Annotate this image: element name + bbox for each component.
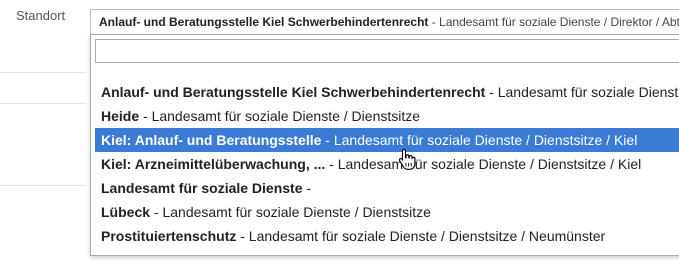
standort-dropdown: Anlauf- und Beratungsstelle Kiel Schwerb… — [90, 34, 679, 256]
row-divider — [0, 103, 86, 104]
option-prostituiertenschutz[interactable]: Prostituiertenschutz - Landesamt für soz… — [95, 224, 679, 248]
option-luebeck[interactable]: Lübeck - Landesamt für soziale Dienste /… — [95, 200, 679, 224]
option-list: Anlauf- und Beratungsstelle Kiel Schwerb… — [95, 80, 679, 248]
option-anlauf-beratungsstelle-kiel-schwerbehindertenrecht[interactable]: Anlauf- und Beratungsstelle Kiel Schwerb… — [95, 80, 679, 104]
selected-value-path: - Landesamt für soziale Dienste / Direkt… — [428, 15, 679, 29]
row-divider — [0, 72, 86, 73]
row-divider — [0, 185, 86, 186]
option-kiel-arzneimittelueberwachung[interactable]: Kiel: Arzneimittelüberwachung, ... - Lan… — [95, 152, 679, 176]
standort-label: Standort — [16, 8, 66, 23]
option-heide[interactable]: Heide - Landesamt für soziale Dienste / … — [95, 104, 679, 128]
option-landesamt-soziale-dienste[interactable]: Landesamt für soziale Dienste - — [95, 176, 679, 200]
option-kiel-anlauf-beratungsstelle[interactable]: Kiel: Anlauf- und Beratungsstelle - Land… — [95, 128, 679, 152]
dropdown-search-input[interactable] — [95, 39, 679, 63]
standort-select[interactable]: Anlauf- und Beratungsstelle Kiel Schwerb… — [90, 9, 679, 35]
hand-pointer-icon — [398, 148, 416, 170]
selected-value-bold: Anlauf- und Beratungsstelle Kiel Schwerb… — [99, 15, 429, 29]
